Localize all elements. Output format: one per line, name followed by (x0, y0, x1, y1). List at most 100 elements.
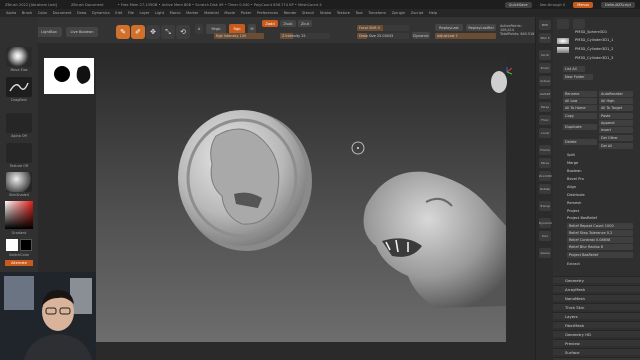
zcut-button[interactable]: Zcut (298, 20, 312, 27)
align-button[interactable]: Align (567, 185, 576, 189)
strip-dynamic-button[interactable]: Dynamic (539, 218, 552, 228)
append-button[interactable]: Append (599, 120, 633, 126)
section-nanomesh[interactable]: NanoMesh (553, 294, 640, 301)
strip-xpose-button[interactable]: Xpose (539, 248, 551, 258)
all-to-target-button[interactable]: All To Target (599, 105, 633, 111)
section-fibermesh[interactable]: FiberMesh (553, 321, 640, 328)
del-all-button[interactable]: Del All (599, 143, 633, 149)
subtool-thumb-2[interactable] (573, 19, 585, 29)
rgb-intensity-slider[interactable]: Rgb Intensity 100 (214, 33, 264, 39)
strip-aahalf-button[interactable]: AAHalf (539, 89, 551, 99)
menu-texture[interactable]: Texture (337, 11, 350, 15)
menu-light[interactable]: Light (155, 11, 164, 15)
strip-local-button[interactable]: Local (539, 128, 551, 138)
strip-spix-3-button[interactable]: SPix 3 (539, 33, 551, 43)
rename-button[interactable]: Rename (563, 91, 597, 97)
dynamic-button[interactable]: Dynamic (412, 32, 430, 39)
strip-move-button[interactable]: Move (539, 158, 551, 168)
adjust-last-slider[interactable]: AdjustLast 1 (435, 33, 496, 39)
subtool-name-2[interactable]: PM3D_Cylinder3D1_1 (575, 38, 613, 42)
insert-button[interactable]: Insert (599, 127, 633, 133)
menu-zplugin[interactable]: Zplugin (392, 11, 406, 15)
texture-thumbnail[interactable] (6, 143, 32, 163)
subtool-name-1[interactable]: PM3D_Sphere3D1 (575, 30, 607, 34)
project-button[interactable]: Project (567, 209, 579, 213)
duplicate-button[interactable]: Duplicate (563, 124, 597, 130)
rotate-mode-button[interactable]: ⟲ (176, 25, 190, 39)
menu-dynamics[interactable]: Dynamics (92, 11, 110, 15)
move-mode-button[interactable]: ✥ (146, 25, 160, 39)
menu-marker[interactable]: Marker (186, 11, 198, 15)
menu-edit[interactable]: Edit (115, 11, 122, 15)
all-high-button[interactable]: All High (599, 98, 633, 104)
scale-mode-button[interactable]: ⤡ (161, 25, 175, 39)
menu-transform[interactable]: Transform (368, 11, 386, 15)
menu-macro[interactable]: Macro (170, 11, 181, 15)
material-sphere[interactable] (6, 172, 32, 192)
menu-color[interactable]: Color (38, 11, 47, 15)
menu-draw[interactable]: Draw (77, 11, 86, 15)
list-all-button[interactable]: List All (563, 66, 585, 72)
section-arraymesh[interactable]: ArrayMesh (553, 285, 640, 292)
menu-tool[interactable]: Tool (356, 11, 363, 15)
draw-size-slider[interactable]: Draw Size 25.03433 (357, 33, 409, 39)
section-preview[interactable]: Preview (553, 339, 640, 346)
relief-blur-slider[interactable]: Relief Blur Radius 6 (567, 244, 633, 250)
project-basrelief-button[interactable]: Project BasRelief (567, 252, 633, 258)
switch-color-label[interactable]: SwitchColor (0, 253, 38, 257)
strip-zoom3d-button[interactable]: Zoom3D (539, 171, 552, 181)
menu-material[interactable]: Material (204, 11, 219, 15)
strip-scroll-button[interactable]: Scroll (539, 50, 551, 60)
replay-last-button[interactable]: ReplayLast (435, 24, 463, 31)
auto-reorder-button[interactable]: AutoReorder (599, 91, 633, 97)
menu-alpha[interactable]: Alpha (6, 11, 16, 15)
lightbox-button[interactable]: LightBox (36, 27, 62, 37)
menu-brush[interactable]: Brush (22, 11, 32, 15)
live-boolean-button[interactable]: Live Boolean (66, 27, 98, 37)
delete-button[interactable]: Delete (563, 139, 597, 145)
section-geometry[interactable]: Geometry (553, 276, 640, 283)
menu-stroke[interactable]: Stroke (320, 11, 331, 15)
menu-zscript[interactable]: Zscript (411, 11, 423, 15)
zadd-button[interactable]: Zadd (262, 20, 278, 27)
relief-contrast-slider[interactable]: Relief Contrast 0.08658 (567, 237, 633, 243)
secondary-color-swatch[interactable] (20, 239, 32, 251)
strip-floor-button[interactable]: Floor (539, 115, 551, 125)
strip-rotate-button[interactable]: Rotate (539, 184, 551, 194)
strip-frame-button[interactable]: Frame (539, 145, 551, 155)
stroke-thumbnail[interactable] (6, 77, 32, 97)
menu-file[interactable]: File (128, 11, 134, 15)
menu-layer[interactable]: Layer (139, 11, 149, 15)
boolean-button[interactable]: Boolean (567, 169, 582, 173)
subtool-name-4[interactable]: PM3D_Cylinder3D1_3 (575, 56, 613, 60)
menu-help[interactable]: Help (429, 11, 437, 15)
default-zscript-button[interactable]: DefaultZScript (600, 1, 635, 8)
quicksave-button[interactable]: QuickSave (504, 1, 532, 8)
all-low-button[interactable]: All Low (563, 98, 597, 104)
zsub-button[interactable]: Zsub (280, 20, 296, 27)
brush-thumbnail[interactable] (6, 47, 32, 67)
draw-mode-button[interactable]: ✐ (131, 25, 145, 39)
a-toggle[interactable]: A (195, 24, 203, 34)
menu-render[interactable]: Render (284, 11, 297, 15)
menu-stencil[interactable]: Stencil (302, 11, 314, 15)
del-other-button[interactable]: Del Other (599, 135, 633, 141)
paste-button[interactable]: Paste (599, 113, 633, 119)
edit-mode-button[interactable]: ✎ (116, 25, 130, 39)
strip-transp-button[interactable]: Transp (539, 201, 551, 211)
strip-solo-button[interactable]: Solo (539, 231, 551, 241)
menu-preferences[interactable]: Preferences (257, 11, 278, 15)
subtool-thumb-1[interactable] (557, 19, 569, 29)
navigation-gizmo[interactable] (487, 66, 513, 96)
section-geometry-hd[interactable]: Geometry HD (553, 330, 640, 337)
alternate-button[interactable]: Alternate (5, 260, 33, 266)
new-folder-button[interactable]: New Folder (563, 74, 593, 80)
subtool-name-3[interactable]: PM3D_Cylinder3D1_2 (575, 47, 613, 51)
menu-document[interactable]: Document (53, 11, 72, 15)
strip-zoom-button[interactable]: Zoom (539, 63, 551, 73)
alpha-thumbnail[interactable] (6, 113, 32, 133)
see-through-slider[interactable]: See-through 0 (540, 3, 566, 7)
z-intensity-slider[interactable]: Z Intensity 25 (280, 33, 330, 39)
all-to-home-button[interactable]: All To Home (563, 105, 597, 111)
section-surface[interactable]: Surface (553, 348, 640, 355)
